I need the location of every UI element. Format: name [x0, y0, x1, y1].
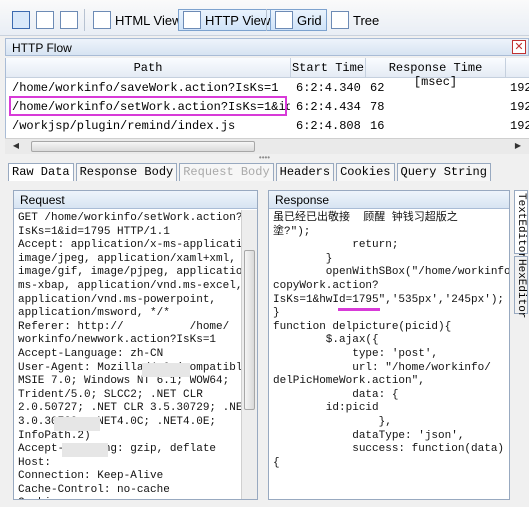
text-line: image/jpeg, application/xaml+xml,	[18, 252, 236, 265]
response-pane: Response 虽已经已出敬接 顾醒 钟钱习超版之 塗?"); return; …	[268, 190, 510, 500]
text-line: User-Agent: Mozilla/4.0 (compatible;	[18, 361, 256, 374]
close-icon[interactable]: ✕	[512, 40, 526, 54]
response-time-cell: 62	[370, 81, 385, 95]
column-header-start-time[interactable]: Start Time	[291, 58, 366, 78]
text-line: },	[273, 415, 392, 428]
tab-hex-editor[interactable]: HexEditor	[514, 256, 528, 318]
scroll-left-icon[interactable]: ◀	[9, 141, 23, 152]
text-line: IsKs=1&hwId=1795",'535px','245px');	[273, 293, 505, 306]
text-line: GET /home/workinfo/setWork.action?	[18, 212, 243, 224]
highlight-box	[9, 96, 287, 116]
text-line: workinfo/newwork.action?IsKs=1	[18, 334, 217, 347]
text-line: 塗?");	[273, 225, 311, 238]
text-line: function delpicture(picid){	[273, 320, 452, 333]
html-view-icon	[93, 11, 111, 29]
response-text[interactable]: 虽已经已出敬接 顾醒 钟钱习超版之 塗?"); return; } openWit…	[269, 210, 509, 499]
text-line: Trident/5.0; SLCC2; .NET CLR	[18, 388, 203, 401]
text-line: MSIE 7.0; Windows NT 6.1; WOW64;	[18, 375, 230, 388]
text-line: 2.0.50727; .NET CLR 3.5.30729; .NET CLR	[18, 402, 257, 415]
http-flow-header: HTTP Flow ✕	[5, 38, 529, 56]
scrollbar-thumb[interactable]	[244, 250, 255, 410]
response-time-cell: 78	[370, 100, 385, 114]
extra-cell: 192	[510, 119, 529, 133]
http-view-button[interactable]: HTTP View	[178, 9, 276, 31]
text-line: copyWork.action?	[273, 279, 379, 292]
response-pane-title: Response	[269, 191, 509, 209]
request-scrollbar[interactable]	[241, 210, 257, 499]
tab-headers[interactable]: Headers	[275, 163, 335, 181]
text-line: delPicHomeWork.action",	[273, 375, 425, 388]
start-time-cell: 6:2:4.340	[296, 81, 361, 95]
text-line: Accept-Language: zh-CN	[18, 347, 164, 360]
text-line: }	[273, 252, 333, 265]
start-time-cell: 6:2:4.808	[296, 119, 361, 133]
grid-icon	[275, 11, 293, 29]
tab-request-body[interactable]: Request Body	[179, 163, 274, 181]
http-view-icon	[183, 11, 201, 29]
text-line: image/gif, image/pjpeg, application/x-	[18, 266, 257, 279]
tab-query-string[interactable]: Query String	[396, 163, 491, 181]
tab-response-body[interactable]: Response Body	[75, 163, 178, 181]
text-line: Accept: application/x-ms-application,	[18, 239, 257, 252]
text-line: data: {	[273, 388, 399, 401]
text-line: Cookie:	[18, 497, 253, 499]
grid-button[interactable]: Grid	[270, 9, 327, 31]
tab-cookies[interactable]: Cookies	[336, 163, 395, 181]
column-header-path[interactable]: Path	[6, 58, 291, 78]
text-line: return;	[273, 239, 399, 252]
text-line: {	[273, 456, 280, 469]
html-view-button[interactable]: HTML View	[88, 9, 186, 31]
toolbar-separator	[84, 9, 85, 31]
text-line: Host:	[18, 456, 52, 469]
record-icon[interactable]	[12, 11, 30, 29]
highlight-underline	[338, 308, 380, 311]
text-line: application/msword, */*	[18, 307, 170, 320]
tree-button[interactable]: Tree	[326, 9, 384, 31]
text-line: $.ajax({	[273, 334, 379, 347]
redaction-mask	[142, 363, 190, 377]
tab-text-editor[interactable]: TextEditor	[514, 190, 528, 259]
text-line: id:picid	[273, 402, 379, 415]
text-line: 虽已经已出敬接 顾醒 钟钱习超版之	[273, 212, 458, 224]
text-line: openWithSBox("/home/workinfo/	[273, 266, 509, 279]
toolbar-separator	[266, 9, 267, 31]
stop-icon[interactable]	[36, 11, 54, 29]
tree-icon	[331, 11, 349, 29]
text-line: Accept-Encoding: gzip, deflate	[18, 443, 217, 456]
request-pane: Request GET /home/workinfo/setWork.actio…	[13, 190, 258, 500]
http-flow-table: Path Start Time Response Time [msec] /ho…	[5, 58, 529, 138]
extra-cell: 192	[510, 81, 529, 95]
main-toolbar: HTML View HTTP View Grid Tree	[0, 0, 529, 36]
start-time-cell: 6:2:4.434	[296, 100, 361, 114]
text-line: url: "/home/workinfo/	[273, 361, 491, 374]
play-icon[interactable]	[60, 11, 78, 29]
text-line: Cache-Control: no-cache	[18, 483, 170, 496]
text-line: }	[273, 307, 280, 320]
text-line: dataType: 'json',	[273, 429, 465, 442]
extra-cell: 192	[510, 100, 529, 114]
text-line: application/vnd.ms-powerpoint,	[18, 293, 217, 306]
column-header-extra[interactable]	[506, 58, 529, 78]
text-line: InfoPath.2)	[18, 429, 91, 442]
scrollbar-thumb[interactable]	[31, 141, 255, 152]
path-cell: /workjsp/plugin/remind/index.js	[12, 119, 236, 133]
scroll-right-icon[interactable]: ▶	[511, 141, 525, 152]
text-line: Connection: Keep-Alive	[18, 470, 164, 483]
request-text[interactable]: GET /home/workinfo/setWork.action? IsKs=1…	[14, 210, 257, 499]
detail-tabs: Raw Data Response Body Request Body Head…	[8, 163, 493, 181]
text-line: type: 'post',	[273, 347, 439, 360]
text-line: ms-xbap, application/vnd.ms-excel,	[18, 279, 243, 292]
text-line: Referer: http:// /home/	[18, 320, 230, 333]
redaction-mask	[62, 443, 108, 457]
text-line: success: function(data)	[273, 443, 505, 456]
request-pane-title: Request	[14, 191, 257, 209]
path-cell: /home/workinfo/saveWork.action?IsKs=1	[12, 81, 279, 95]
splitter-handle[interactable]: ••••	[0, 154, 529, 162]
response-time-cell: 16	[370, 119, 385, 133]
redaction-mask	[54, 417, 100, 431]
horizontal-scrollbar[interactable]: ◀ ▶	[5, 138, 529, 154]
column-header-response-time[interactable]: Response Time [msec]	[366, 58, 506, 89]
text-line: IsKs=1&id=1795 HTTP/1.1	[18, 225, 170, 238]
tab-raw-data[interactable]: Raw Data	[8, 163, 74, 181]
